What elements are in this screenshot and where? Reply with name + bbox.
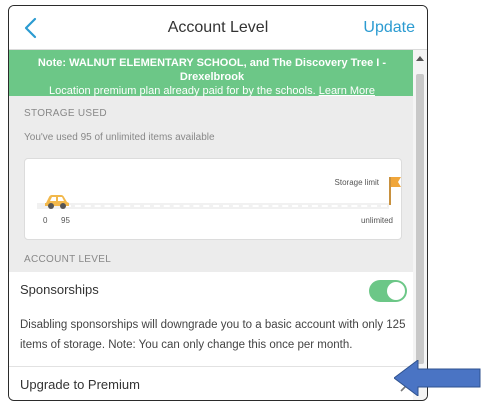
content-area[interactable]: Note: WALNUT ELEMENTARY SCHOOL, and The … bbox=[9, 50, 415, 400]
storage-used-heading: STORAGE USED bbox=[24, 108, 107, 119]
scroll-up-arrow-icon[interactable] bbox=[416, 56, 424, 61]
note-line-1: Note: WALNUT ELEMENTARY SCHOOL, and The … bbox=[37, 57, 387, 83]
upgrade-to-premium-label: Upgrade to Premium bbox=[20, 377, 140, 392]
top-bar: Account Level Update bbox=[9, 6, 427, 50]
storage-road-dashes bbox=[65, 205, 387, 207]
account-level-heading: ACCOUNT LEVEL bbox=[24, 254, 112, 265]
scrollbar-thumb[interactable] bbox=[416, 74, 424, 364]
storage-meter-card: Storage limit 0 95 unlimited bbox=[24, 158, 402, 240]
learn-more-link[interactable]: Learn More bbox=[319, 85, 375, 97]
car-icon bbox=[45, 195, 69, 209]
sponsorships-row: Sponsorships bbox=[9, 272, 415, 308]
storage-usage-text: You've used 95 of unlimited items availa… bbox=[24, 132, 215, 143]
sponsorships-label: Sponsorships bbox=[20, 282, 99, 297]
storage-limit-label: Storage limit bbox=[334, 178, 379, 187]
note-line-2: Location premium plan already paid for b… bbox=[9, 84, 415, 98]
storage-min-label: 0 bbox=[43, 216, 48, 225]
sponsorships-description: Disabling sponsorships will downgrade yo… bbox=[9, 308, 415, 366]
toggle-knob bbox=[387, 282, 405, 300]
storage-used-label: 95 bbox=[61, 216, 70, 225]
storage-max-label: unlimited bbox=[360, 216, 393, 225]
callout-arrow-icon bbox=[394, 360, 481, 396]
scrollbar[interactable] bbox=[413, 50, 427, 400]
update-button[interactable]: Update bbox=[363, 19, 415, 37]
upgrade-to-premium-row[interactable]: Upgrade to Premium bbox=[9, 366, 415, 400]
app-window: Account Level Update Note: WALNUT ELEMEN… bbox=[8, 5, 428, 401]
note-line-2-text: Location premium plan already paid for b… bbox=[49, 85, 316, 97]
premium-note-banner: Note: WALNUT ELEMENTARY SCHOOL, and The … bbox=[9, 50, 415, 98]
sponsorships-toggle[interactable] bbox=[369, 280, 407, 302]
limit-flag-icon bbox=[391, 177, 401, 187]
limit-flag-pole bbox=[389, 177, 391, 205]
